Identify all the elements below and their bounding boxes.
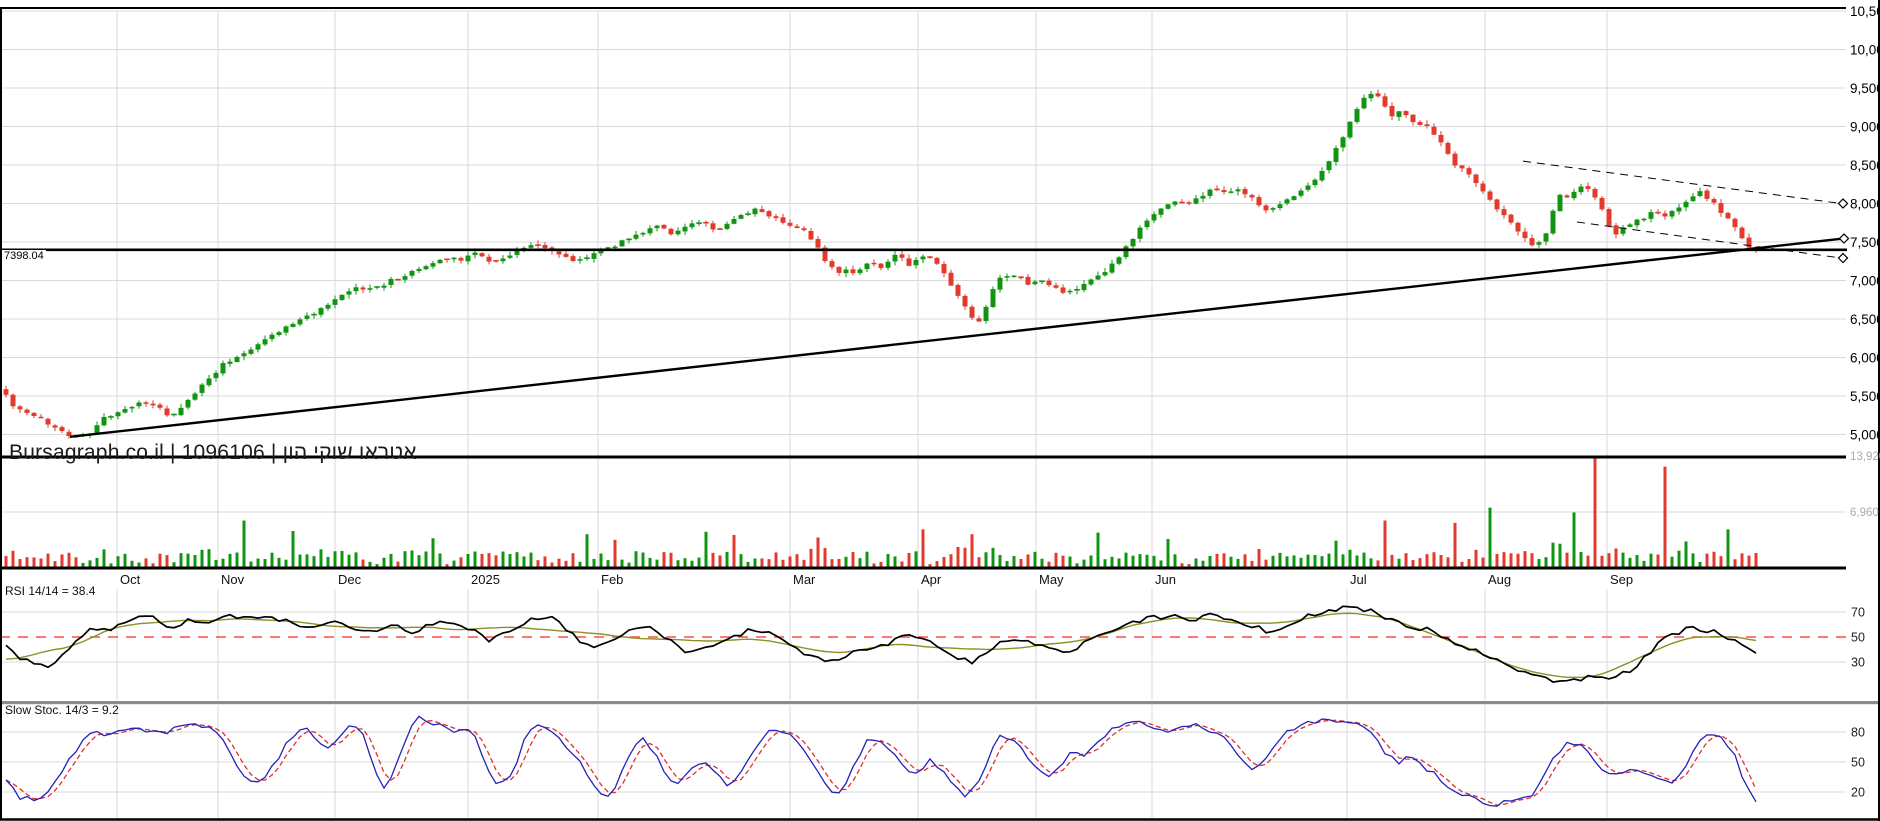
- month-axis-label: May: [1039, 572, 1064, 587]
- price-axis-tick: 8,000: [1850, 197, 1880, 212]
- month-axis-label: Mar: [793, 572, 816, 587]
- stoch-axis-tick: 80: [1851, 726, 1865, 740]
- chart-page: 10,500 10,000 9,500 9,000 8,500 8,000 7,500 7,0…: [0, 0, 1880, 821]
- rsi-indicator-label: RSI 14/14 = 38.4: [5, 584, 95, 598]
- month-axis-label: Sep: [1610, 572, 1633, 587]
- volume-axis-tick: 13,920: [1850, 451, 1880, 463]
- month-axis-label: Apr: [921, 572, 942, 587]
- candlesticks: [4, 90, 1759, 439]
- rsi-lines: [6, 606, 1756, 682]
- price-axis-tick: 9,500: [1850, 81, 1880, 96]
- trend-overlays: [0, 161, 1849, 437]
- month-axis-label: Jul: [1350, 572, 1367, 587]
- price-axis-tick: 7,500: [1850, 235, 1880, 250]
- price-axis-tick: 6,000: [1850, 351, 1880, 366]
- price-axis-tick: 5,500: [1850, 389, 1880, 404]
- chart-canvas: 10,500 10,000 9,500 9,000 8,500 8,000 7,500 7,0…: [0, 0, 1880, 821]
- volume-axis-tick: 6,960: [1850, 507, 1879, 519]
- stoch-indicator-label: Slow Stoc. 14/3 = 9.2: [5, 703, 119, 717]
- month-axis-label: Aug: [1488, 572, 1511, 587]
- month-axis-label: Oct: [120, 572, 141, 587]
- month-axis-label: Feb: [601, 572, 623, 587]
- month-axis-label: Nov: [221, 572, 245, 587]
- rsi-axis-tick: 50: [1851, 631, 1865, 645]
- rsi-axis-tick: 70: [1851, 606, 1865, 620]
- last-price-label: 7398.04: [2, 250, 46, 262]
- panel-borders: [0, 0, 1880, 821]
- month-axis-label: 2025: [471, 572, 500, 587]
- price-axis-tick: 10,500: [1850, 4, 1880, 19]
- volume-bars: [5, 458, 1758, 568]
- rsi-axis-tick: 30: [1851, 656, 1865, 670]
- month-axis-label: Jun: [1155, 572, 1176, 587]
- price-axis-tick: 10,000: [1850, 43, 1880, 58]
- price-axis-tick: 5,000: [1850, 428, 1880, 443]
- price-axis-tick: 9,000: [1850, 120, 1880, 135]
- month-axis-label: Dec: [338, 572, 362, 587]
- stoch-axis-tick: 50: [1851, 756, 1865, 770]
- stoch-axis-tick: 20: [1851, 786, 1865, 800]
- price-axis-tick: 7,000: [1850, 274, 1880, 289]
- watermark-text: Bursagraph.co.il | 1096106 | אטראו שוקי …: [9, 441, 417, 465]
- price-axis-tick: 8,500: [1850, 158, 1880, 173]
- stochastic-lines: [6, 716, 1756, 806]
- price-axis-tick: 6,500: [1850, 312, 1880, 327]
